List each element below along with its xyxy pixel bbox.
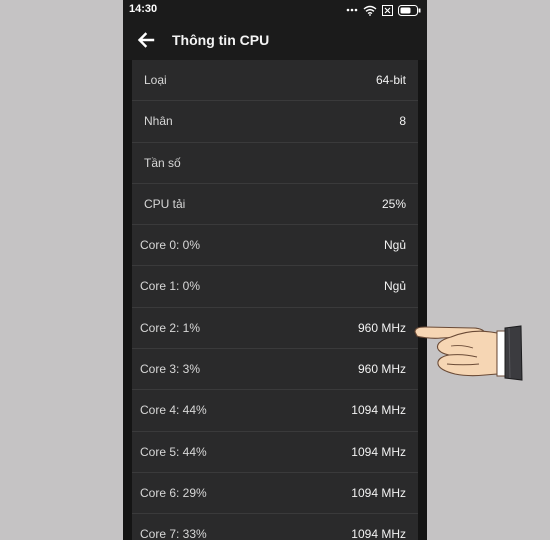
row-value: 8 bbox=[399, 114, 406, 129]
more-dots-icon bbox=[346, 8, 358, 12]
toolbar: Thông tin CPU bbox=[123, 20, 427, 60]
core-label: Core 5: 44% bbox=[140, 444, 207, 459]
core-label: Core 2: 1% bbox=[140, 320, 201, 335]
row-label: Nhân bbox=[144, 114, 173, 129]
core-label: Core 7: 33% bbox=[140, 527, 207, 540]
status-bar: 14:30 bbox=[123, 0, 427, 20]
core-label: Core 0: 0% bbox=[140, 238, 201, 253]
core-row[interactable]: Core 4: 44% 1094 MHz bbox=[132, 390, 418, 432]
core-label: Core 4: 44% bbox=[140, 403, 207, 418]
row-label: Loại bbox=[144, 73, 167, 87]
phone-screen: 14:30 Thông tin CPU Loại 64-bit Nhân 8 T… bbox=[123, 0, 427, 540]
row-value: 64-bit bbox=[375, 73, 406, 87]
arrow-left-icon[interactable] bbox=[135, 29, 157, 51]
row-label: Tần số bbox=[144, 155, 181, 170]
close-box-icon bbox=[382, 4, 393, 16]
core-row[interactable]: Core 0: 0% Ngủ bbox=[132, 225, 418, 267]
core-value: 960 MHz bbox=[357, 362, 406, 377]
core-row[interactable]: Core 2: 1% 960 MHz bbox=[132, 308, 418, 350]
core-label: Core 1: 0% bbox=[140, 279, 201, 294]
status-time: 14:30 bbox=[129, 3, 158, 15]
core-value: 960 MHz bbox=[357, 320, 406, 335]
pointing-hand-icon bbox=[414, 325, 523, 381]
core-row[interactable]: Core 1: 0% Ngủ bbox=[132, 266, 418, 308]
core-row[interactable]: Core 7: 33% 1094 MHz bbox=[132, 514, 418, 540]
row-cpu-load[interactable]: CPU tải 25% bbox=[132, 184, 418, 226]
row-type[interactable]: Loại 64-bit bbox=[132, 60, 418, 102]
battery-icon bbox=[398, 4, 421, 16]
core-value: 1094 MHz bbox=[351, 444, 406, 459]
core-label: Core 6: 29% bbox=[140, 485, 207, 500]
core-label: Core 3: 3% bbox=[140, 362, 201, 377]
row-cores[interactable]: Nhân 8 bbox=[132, 101, 418, 143]
core-value: 1094 MHz bbox=[351, 403, 406, 418]
row-frequency[interactable]: Tần số bbox=[132, 143, 418, 184]
core-value: Ngủ bbox=[383, 279, 406, 294]
page-title: Thông tin CPU bbox=[172, 32, 270, 48]
core-row[interactable]: Core 3: 3% 960 MHz bbox=[132, 349, 418, 391]
wifi-icon bbox=[363, 5, 377, 16]
row-value: 25% bbox=[381, 196, 406, 211]
status-icons bbox=[346, 4, 421, 16]
core-row[interactable]: Core 5: 44% 1094 MHz bbox=[132, 432, 418, 473]
core-value: 1094 MHz bbox=[351, 527, 406, 540]
core-row[interactable]: Core 6: 29% 1094 MHz bbox=[132, 473, 418, 515]
core-value: 1094 MHz bbox=[351, 485, 406, 500]
cpu-info-list: Loại 64-bit Nhân 8 Tần số CPU tải 25% Co… bbox=[132, 60, 418, 540]
row-label: CPU tải bbox=[144, 196, 186, 211]
core-value: Ngủ bbox=[383, 238, 406, 253]
